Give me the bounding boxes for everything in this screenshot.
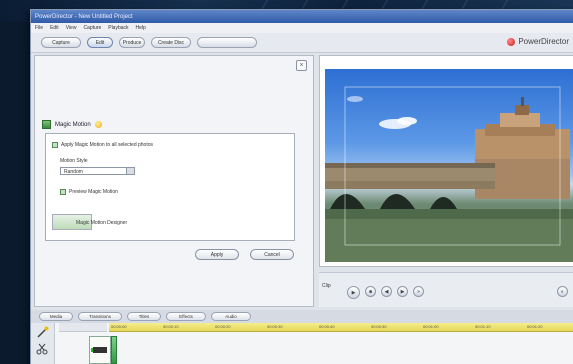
tab-titles[interactable]: Titles — [127, 312, 161, 321]
menu-capture[interactable]: Capture — [83, 25, 101, 31]
ruler-mark: 00:00:20 — [215, 324, 231, 329]
timeline-ruler[interactable]: 00:00:00 00:00:10 00:00:20 00:00:30 00:0… — [109, 323, 573, 332]
options-box: Apply Magic Motion to all selected photo… — [45, 133, 295, 241]
tab-transitions[interactable]: Transitions — [78, 312, 122, 321]
mode-label: Clip — [322, 283, 331, 289]
capture-button[interactable]: Capture — [41, 37, 81, 48]
ruler-mark: 00:01:10 — [475, 324, 491, 329]
edit-button[interactable]: Edit — [87, 37, 113, 48]
preview-photo — [325, 69, 573, 262]
menu-help[interactable]: Help — [136, 25, 146, 31]
close-panel-button[interactable]: × — [296, 60, 307, 71]
tab-media[interactable]: Media — [39, 312, 73, 321]
desktop: PowerDirector - New Untitled Project Fil… — [0, 0, 573, 364]
apply-all-checkbox[interactable] — [52, 142, 58, 148]
play-button[interactable]: ▶ — [347, 286, 360, 299]
apply-all-option[interactable]: Apply Magic Motion to all selected photo… — [52, 142, 153, 148]
magic-motion-icon — [42, 120, 51, 129]
designer-label[interactable]: Magic Motion Designer — [76, 220, 127, 226]
menu-edit[interactable]: Edit — [50, 25, 59, 31]
previous-button[interactable]: ◀ — [381, 286, 392, 297]
preview-checkbox[interactable] — [60, 189, 66, 195]
brand-logo: PowerDirector — [507, 37, 569, 46]
preview-label: Preview Magic Motion — [69, 189, 118, 195]
timeline-tools — [31, 323, 55, 364]
window-title: PowerDirector - New Untitled Project — [35, 13, 133, 20]
ruler-mark: 00:00:00 — [111, 324, 127, 329]
motion-style-label: Motion Style — [60, 158, 88, 164]
motion-style-row: Motion Style — [60, 158, 88, 164]
panel-title: Magic Motion — [55, 121, 91, 128]
timeline: 00:00:00 00:00:10 00:00:20 00:00:30 00:0… — [31, 323, 573, 364]
film-icon — [91, 347, 107, 353]
title-bar[interactable]: PowerDirector - New Untitled Project — [31, 10, 573, 23]
ruler-mark: 00:00:40 — [319, 324, 335, 329]
motion-style-value: Random — [64, 169, 83, 175]
ruler-mark: 00:00:30 — [267, 324, 283, 329]
lightbulb-icon[interactable] — [94, 121, 102, 128]
magic-wand-icon[interactable] — [36, 326, 49, 338]
app-window: PowerDirector - New Untitled Project Fil… — [30, 9, 573, 364]
mode-toolbar: Capture Edit Produce Create Disc PowerDi… — [31, 33, 573, 53]
track-header — [59, 323, 107, 332]
motion-style-select[interactable]: Random — [60, 167, 135, 175]
preview-window — [319, 55, 573, 267]
apply-all-label: Apply Magic Motion to all selected photo… — [61, 142, 153, 148]
timeline-clip[interactable] — [89, 336, 111, 364]
menu-playback[interactable]: Playback — [108, 25, 128, 31]
extra-toolbar-button[interactable] — [197, 37, 257, 48]
menu-file[interactable]: File — [35, 25, 43, 31]
logo-icon — [507, 37, 516, 46]
brand-name: PowerDirector — [518, 37, 569, 46]
preview-option[interactable]: Preview Magic Motion — [60, 189, 118, 195]
ruler-mark: 00:01:00 — [423, 324, 439, 329]
clip-handle[interactable] — [111, 336, 117, 364]
chevron-down-icon[interactable] — [126, 168, 134, 174]
tab-audio[interactable]: Audio — [211, 312, 251, 321]
scissors-icon[interactable] — [36, 343, 49, 355]
next-button[interactable]: ▶ — [397, 286, 408, 297]
create-disc-button[interactable]: Create Disc — [151, 37, 191, 48]
menu-view[interactable]: View — [66, 25, 77, 31]
magic-motion-heading: Magic Motion — [42, 120, 102, 129]
cancel-button[interactable]: Cancel — [250, 249, 294, 260]
menu-bar: File Edit View Capture Playback Help — [31, 23, 573, 33]
stop-button[interactable]: ■ — [365, 286, 376, 297]
fast-forward-button[interactable]: » — [413, 286, 424, 297]
playback-controls: Clip ▶ ■ ◀ ▶ » ◐ — [319, 272, 573, 307]
volume-button[interactable]: ◐ — [557, 286, 568, 297]
produce-button[interactable]: Produce — [119, 37, 145, 48]
apply-button[interactable]: Apply — [195, 249, 239, 260]
library-tabs: Media Transitions Titles Effects Audio — [31, 310, 573, 323]
castle-bridge-image — [325, 86, 573, 262]
ruler-mark: 00:01:20 — [527, 324, 543, 329]
ruler-mark: 00:00:50 — [371, 324, 387, 329]
designer-link[interactable]: Magic Motion Designer — [76, 220, 127, 226]
tab-effects[interactable]: Effects — [166, 312, 206, 321]
magic-motion-panel: × Magic Motion Apply Magic Motion to all… — [34, 55, 314, 307]
ruler-mark: 00:00:10 — [163, 324, 179, 329]
